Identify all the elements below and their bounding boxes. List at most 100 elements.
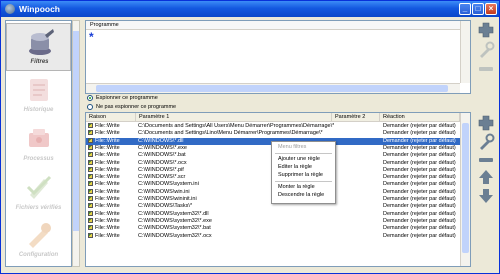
sidebar: Filtres Historique Processus Fichiers vé… xyxy=(5,20,72,267)
sidebar-item-configuration[interactable]: Configuration xyxy=(6,217,71,265)
cell-reason-text: File::Write xyxy=(95,152,120,159)
menu-item-add-rule[interactable]: Ajouter une règle xyxy=(272,156,335,163)
verified-files-icon xyxy=(26,175,52,199)
sidebar-item-label: Historique xyxy=(23,107,54,113)
menu-item-move-down[interactable]: Descendre la règle xyxy=(272,192,335,199)
cell-reason: File::Write xyxy=(88,232,134,240)
menu-item-delete-rule[interactable]: Supprimer la règle xyxy=(272,172,335,179)
sidebar-item-verified-files[interactable]: Fichiers vérifiés xyxy=(6,170,71,218)
move-up-icon[interactable] xyxy=(477,168,495,186)
rule-icon xyxy=(88,217,93,223)
no-spy-program-radio[interactable] xyxy=(87,104,93,110)
scrollbar-thumb[interactable] xyxy=(73,31,79,231)
cell-param1: C:\WINDOWS\system32\*.bat xyxy=(138,225,211,232)
rule-icon xyxy=(88,137,93,143)
sidebar-item-label: Fichiers vérifiés xyxy=(15,205,62,211)
cell-reason-text: File::Write xyxy=(95,232,120,239)
program-entry[interactable]: * xyxy=(89,31,94,43)
no-spy-program-label: Ne pas espionner ce programme xyxy=(96,104,177,110)
program-column-header[interactable]: Programme xyxy=(86,21,460,30)
table-row[interactable]: File::Write C:\WINDOWS\Tasks\* Demander (r… xyxy=(86,203,460,210)
rule-icon xyxy=(88,166,93,172)
minimize-button[interactable]: _ xyxy=(459,3,471,15)
scrollbar-thumb[interactable] xyxy=(96,85,448,92)
menu-item-edit-rule[interactable]: Editer la règle xyxy=(272,164,335,171)
cell-reason-text: File::Write xyxy=(95,217,120,224)
spy-program-radio[interactable] xyxy=(87,95,93,101)
cell-reason-text: File::Write xyxy=(95,123,120,129)
rule-icon xyxy=(88,152,93,158)
sidebar-scrollbar[interactable] xyxy=(72,20,80,267)
cell-reaction: Demander (rejeter par défaut) xyxy=(383,196,456,202)
configure-program-icon[interactable] xyxy=(477,41,495,59)
column-header-param1[interactable]: Paramètre 1 xyxy=(136,113,332,122)
cell-reason: File::Write xyxy=(88,181,134,188)
rule-icon xyxy=(88,159,93,165)
title-bar[interactable]: Winpooch _ □ × xyxy=(1,1,499,17)
column-header-param2[interactable]: Paramètre 2 xyxy=(332,113,380,122)
cell-reason-text: File::Write xyxy=(95,225,120,232)
add-program-icon[interactable] xyxy=(477,21,495,39)
add-rule-icon[interactable] xyxy=(477,114,495,132)
menu-item-move-up[interactable]: Monter la règle xyxy=(272,184,335,191)
context-menu-title: Menu filtres xyxy=(278,144,307,150)
column-header-reason[interactable]: Raison xyxy=(86,113,136,122)
table-row[interactable]: File::Write C:\WINDOWS\system32\*.ocx Dema… xyxy=(86,232,460,240)
cell-reason: File::Write xyxy=(88,174,134,181)
cell-param1: C:\WINDOWS\system32\*.dll xyxy=(138,210,209,217)
cell-reason-text: File::Write xyxy=(95,174,120,181)
cell-reason-text: File::Write xyxy=(95,210,120,217)
cell-reason: File::Write xyxy=(88,217,134,225)
app-icon xyxy=(5,4,15,14)
rules-table-header: Raison Paramètre 1 Paramètre 2 Réaction xyxy=(86,113,460,122)
table-row[interactable]: File::Write C:\Documents and Settings\Lin… xyxy=(86,130,460,137)
program-vertical-scrollbar[interactable] xyxy=(460,21,470,83)
cell-reason: File::Write xyxy=(88,123,134,130)
rules-vertical-scrollbar[interactable] xyxy=(460,113,470,266)
sidebar-item-history[interactable]: Historique xyxy=(6,72,71,120)
program-list[interactable]: Programme * xyxy=(85,20,471,94)
sidebar-item-process[interactable]: Processus xyxy=(6,121,71,169)
cell-param1: C:\Documents and Settings\All Users\Menu… xyxy=(138,123,334,129)
cell-reaction: Demander (rejeter par défaut) xyxy=(383,188,456,195)
remove-program-icon[interactable] xyxy=(477,60,495,78)
close-button[interactable]: × xyxy=(485,3,497,15)
cell-reason-text: File::Write xyxy=(95,188,120,195)
column-header-reaction[interactable]: Réaction xyxy=(380,113,460,122)
scrollbar-thumb[interactable] xyxy=(462,123,469,253)
process-icon xyxy=(29,129,49,147)
filters-icon xyxy=(29,29,54,55)
maximize-button[interactable]: □ xyxy=(472,3,484,15)
cell-reason-text: File::Write xyxy=(95,144,120,151)
menu-separator xyxy=(275,153,332,154)
cell-reaction: Demander (rejeter par défaut) xyxy=(383,203,456,210)
cell-param1: C:\Documents and Settings\Lino\Menu Déma… xyxy=(138,130,323,137)
cell-reaction: Demander (rejeter par défaut) xyxy=(383,225,456,232)
table-row[interactable]: File::Write C:\WINDOWS\system32\*.dll Dema… xyxy=(86,210,460,218)
cell-reaction: Demander (rejeter par défaut) xyxy=(383,137,456,144)
cell-reason: File::Write xyxy=(88,203,134,210)
table-row[interactable]: File::Write C:\WINDOWS\system32\*.bat Dema… xyxy=(86,225,460,232)
menu-separator xyxy=(275,181,332,182)
cell-reaction: Demander (rejeter par défaut) xyxy=(383,174,456,181)
rule-icon xyxy=(88,210,93,216)
cell-reaction: Demander (rejeter par défaut) xyxy=(383,152,456,159)
rule-icon xyxy=(88,232,93,238)
history-icon xyxy=(30,79,48,101)
table-row[interactable]: File::Write C:\WINDOWS\system32\*.exe Dema… xyxy=(86,217,460,225)
context-menu: Menu filtres Ajouter une règle Editer la… xyxy=(271,141,336,204)
table-row[interactable]: File::Write C:\Documents and Settings\All… xyxy=(86,123,460,130)
remove-rule-icon[interactable] xyxy=(477,151,495,169)
edit-rule-icon[interactable] xyxy=(477,133,495,151)
sidebar-item-filters[interactable]: Filtres xyxy=(6,23,71,71)
spy-program-label: Espionner ce programme xyxy=(96,95,158,101)
rule-icon xyxy=(88,174,93,180)
cell-reaction: Demander (rejeter par défaut) xyxy=(383,232,456,239)
cell-reason: File::Write xyxy=(88,159,134,167)
cell-reaction: Demander (rejeter par défaut) xyxy=(383,210,456,217)
program-horizontal-scrollbar[interactable] xyxy=(86,83,460,93)
move-down-icon[interactable] xyxy=(477,187,495,205)
cell-param1: C:\WINDOWS\system32\*.exe xyxy=(138,217,212,224)
cell-reason: File::Write xyxy=(88,210,134,218)
cell-reason: File::Write xyxy=(88,166,134,174)
